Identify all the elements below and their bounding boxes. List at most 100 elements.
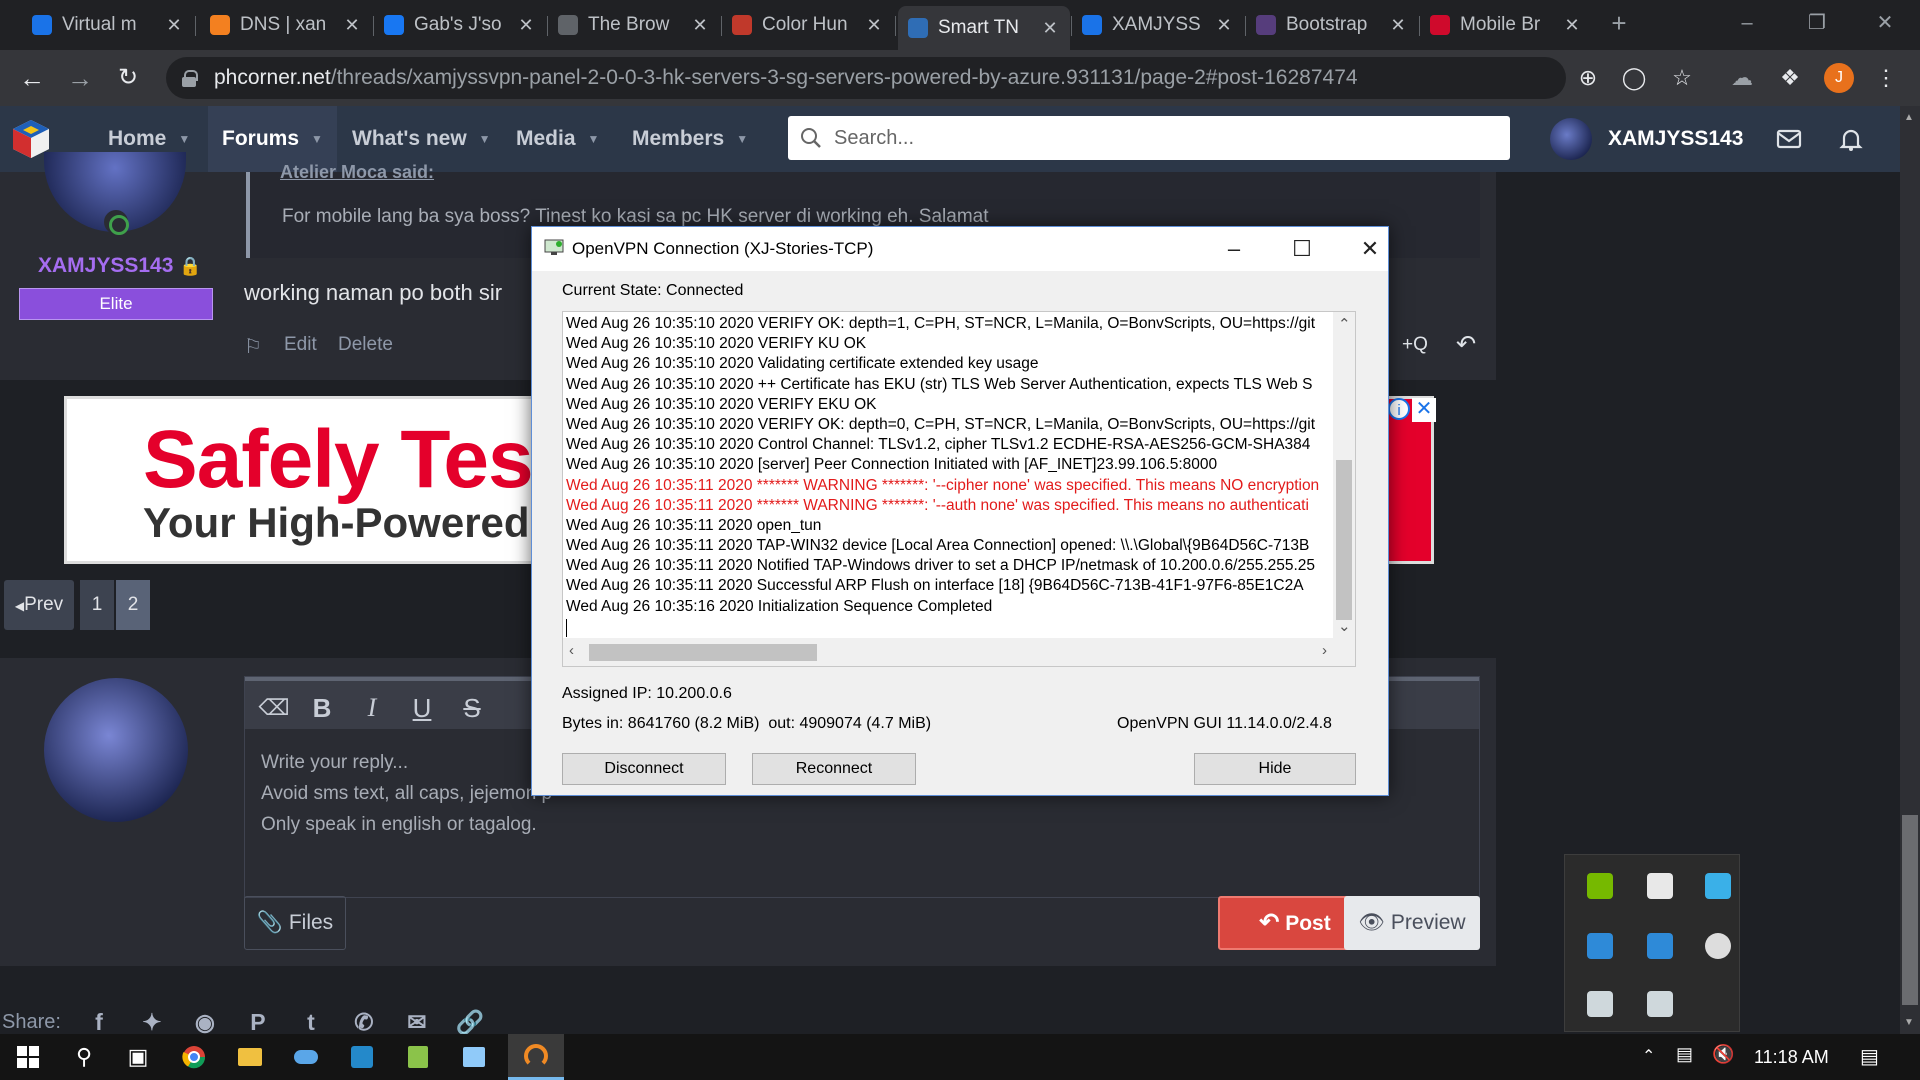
- chevron-down-icon[interactable]: ▼: [736, 132, 748, 146]
- browser-tab[interactable]: Bootstrap ✕: [1246, 8, 1418, 42]
- edit-link[interactable]: Edit: [284, 334, 317, 356]
- windows-start-icon[interactable]: [0, 1034, 56, 1080]
- copy-link-icon[interactable]: 🔗: [455, 1007, 485, 1037]
- search-icon[interactable]: ⚲: [56, 1034, 112, 1080]
- app-tray-icon[interactable]: [1705, 873, 1731, 899]
- reload-button[interactable]: ↻: [110, 60, 146, 96]
- nvidia-tray-icon[interactable]: [1587, 873, 1613, 899]
- italic-icon[interactable]: I: [355, 691, 389, 725]
- user-avatar[interactable]: [1550, 118, 1592, 160]
- email-share-icon[interactable]: ✉: [402, 1007, 432, 1037]
- attach-files-button[interactable]: 📎 Files: [244, 896, 346, 950]
- chevron-up-icon[interactable]: ⌃: [1642, 1046, 1655, 1066]
- droplet-tray-icon[interactable]: [1705, 933, 1731, 959]
- minimize-window-button[interactable]: –: [1724, 8, 1770, 38]
- taskbar-clock[interactable]: 11:18 AM: [1754, 1034, 1829, 1080]
- chevron-down-icon[interactable]: ▼: [588, 132, 600, 146]
- close-window-button[interactable]: ✕: [1862, 8, 1908, 38]
- close-button[interactable]: ✕: [1350, 233, 1390, 265]
- task-view-icon[interactable]: ▣: [110, 1034, 166, 1080]
- facebook-icon[interactable]: f: [84, 1007, 114, 1037]
- browser-tab[interactable]: DNS | xan ✕: [200, 8, 372, 42]
- chevron-down-icon[interactable]: ▼: [178, 132, 190, 146]
- add-to-home-icon[interactable]: ⊕: [1574, 64, 1602, 92]
- inbox-envelope-icon[interactable]: [1776, 126, 1802, 152]
- app-taskbar-icon[interactable]: [446, 1034, 502, 1080]
- delete-link[interactable]: Delete: [338, 334, 393, 356]
- restore-window-button[interactable]: ❐: [1794, 8, 1840, 38]
- eraser-icon[interactable]: ⌫: [257, 691, 291, 725]
- page-scrollbar-thumb[interactable]: [1902, 815, 1918, 1005]
- preview-button[interactable]: 👁 Preview: [1344, 896, 1480, 950]
- tab-close-icon[interactable]: ✕: [1040, 18, 1060, 39]
- tab-close-icon[interactable]: ✕: [864, 15, 884, 36]
- log-horizontal-scrollbar[interactable]: ‹ ›: [563, 638, 1355, 666]
- security-shield-tray-icon[interactable]: [1647, 873, 1673, 899]
- tab-close-icon[interactable]: ✕: [164, 15, 184, 36]
- reconnect-button[interactable]: Reconnect: [752, 753, 916, 785]
- tab-close-icon[interactable]: ✕: [516, 15, 536, 36]
- vscode-taskbar-icon[interactable]: [334, 1034, 390, 1080]
- account-username[interactable]: XAMJYSS143: [1608, 106, 1743, 172]
- twitter-icon[interactable]: ✦: [137, 1007, 167, 1037]
- chevron-down-icon[interactable]: ▼: [479, 132, 491, 146]
- minimize-button[interactable]: –: [1214, 233, 1254, 265]
- tracking-protection-icon[interactable]: ◯: [1620, 64, 1648, 92]
- scroll-up-arrow-icon[interactable]: ⌃: [1338, 315, 1351, 333]
- onedrive-tray-icon[interactable]: [1647, 933, 1673, 959]
- scroll-down-arrow-icon[interactable]: ▼: [1904, 1017, 1914, 1028]
- chrome-taskbar-icon[interactable]: [166, 1034, 222, 1080]
- nav-members[interactable]: Members ▼: [632, 106, 748, 172]
- multiquote-button[interactable]: +Q: [1402, 334, 1428, 356]
- scroll-up-arrow-icon[interactable]: ▲: [1904, 112, 1914, 123]
- browser-tab[interactable]: The Brow ✕: [548, 8, 720, 42]
- scroll-right-arrow-icon[interactable]: ›: [1322, 642, 1327, 659]
- tumblr-icon[interactable]: t: [296, 1007, 326, 1037]
- search-input[interactable]: Search...: [788, 116, 1510, 160]
- notification-bell-icon[interactable]: [1838, 126, 1864, 152]
- openvpn-tray-icon[interactable]: [1587, 991, 1613, 1017]
- pinterest-icon[interactable]: P: [243, 1007, 273, 1037]
- whatsapp-icon[interactable]: ✆: [349, 1007, 379, 1037]
- log-view[interactable]: Wed Aug 26 10:35:10 2020 VERIFY OK: dept…: [562, 311, 1356, 667]
- reply-textarea[interactable]: Write your reply... Avoid sms text, all …: [261, 747, 552, 840]
- notepad-taskbar-icon[interactable]: [390, 1034, 446, 1080]
- reply-arrow-icon[interactable]: ↶: [1456, 330, 1476, 359]
- chevron-down-icon[interactable]: ▼: [311, 132, 323, 146]
- strikethrough-icon[interactable]: S: [455, 691, 489, 725]
- bookmark-star-icon[interactable]: ☆: [1668, 64, 1696, 92]
- browser-menu-icon[interactable]: ⋮: [1872, 64, 1900, 92]
- onedrive-tray-icon[interactable]: [1587, 933, 1613, 959]
- profile-avatar[interactable]: J: [1824, 63, 1854, 93]
- cloud-extension-icon[interactable]: ☁: [1728, 64, 1756, 92]
- browser-tab[interactable]: Smart TN ✕: [898, 6, 1070, 50]
- dialog-title-bar[interactable]: OpenVPN Connection (XJ-Stories-TCP) – ☐ …: [532, 227, 1388, 271]
- extensions-puzzle-icon[interactable]: ❖: [1776, 64, 1804, 92]
- tab-close-icon[interactable]: ✕: [1214, 15, 1234, 36]
- tab-close-icon[interactable]: ✕: [690, 15, 710, 36]
- nav-media[interactable]: Media ▼: [516, 106, 599, 172]
- scroll-left-arrow-icon[interactable]: ‹: [569, 642, 574, 659]
- page-2-button[interactable]: 2: [116, 580, 150, 630]
- new-tab-button[interactable]: +: [1596, 8, 1642, 38]
- browser-tab[interactable]: Mobile Br ✕: [1420, 8, 1592, 42]
- openvpn-taskbar-icon[interactable]: [508, 1034, 564, 1080]
- browser-tab[interactable]: XAMJYSS ✕: [1072, 8, 1244, 42]
- underline-icon[interactable]: U: [405, 691, 439, 725]
- action-center-icon[interactable]: ▤: [1860, 1044, 1879, 1069]
- maximize-button[interactable]: ☐: [1282, 233, 1322, 265]
- tab-close-icon[interactable]: ✕: [1562, 15, 1582, 36]
- ad-info-icon[interactable]: i: [1388, 398, 1410, 420]
- bold-icon[interactable]: B: [305, 691, 339, 725]
- browser-tab[interactable]: Virtual m ✕: [22, 8, 194, 42]
- volume-muted-icon[interactable]: 🔇: [1712, 1044, 1734, 1065]
- ad-close-icon[interactable]: ✕: [1412, 398, 1436, 422]
- pager-prev-button[interactable]: ◀Prev: [4, 580, 74, 630]
- onedrive-taskbar-icon[interactable]: [278, 1034, 334, 1080]
- log-vertical-scroll-thumb[interactable]: [1336, 460, 1352, 620]
- post-author-name[interactable]: XAMJYSS143 🔒: [38, 254, 202, 278]
- quote-author[interactable]: Atelier Moca said:: [280, 162, 434, 183]
- network-icon[interactable]: ▤: [1676, 1044, 1693, 1065]
- forward-button[interactable]: →: [62, 60, 98, 96]
- browser-tab[interactable]: Color Hun ✕: [722, 8, 894, 42]
